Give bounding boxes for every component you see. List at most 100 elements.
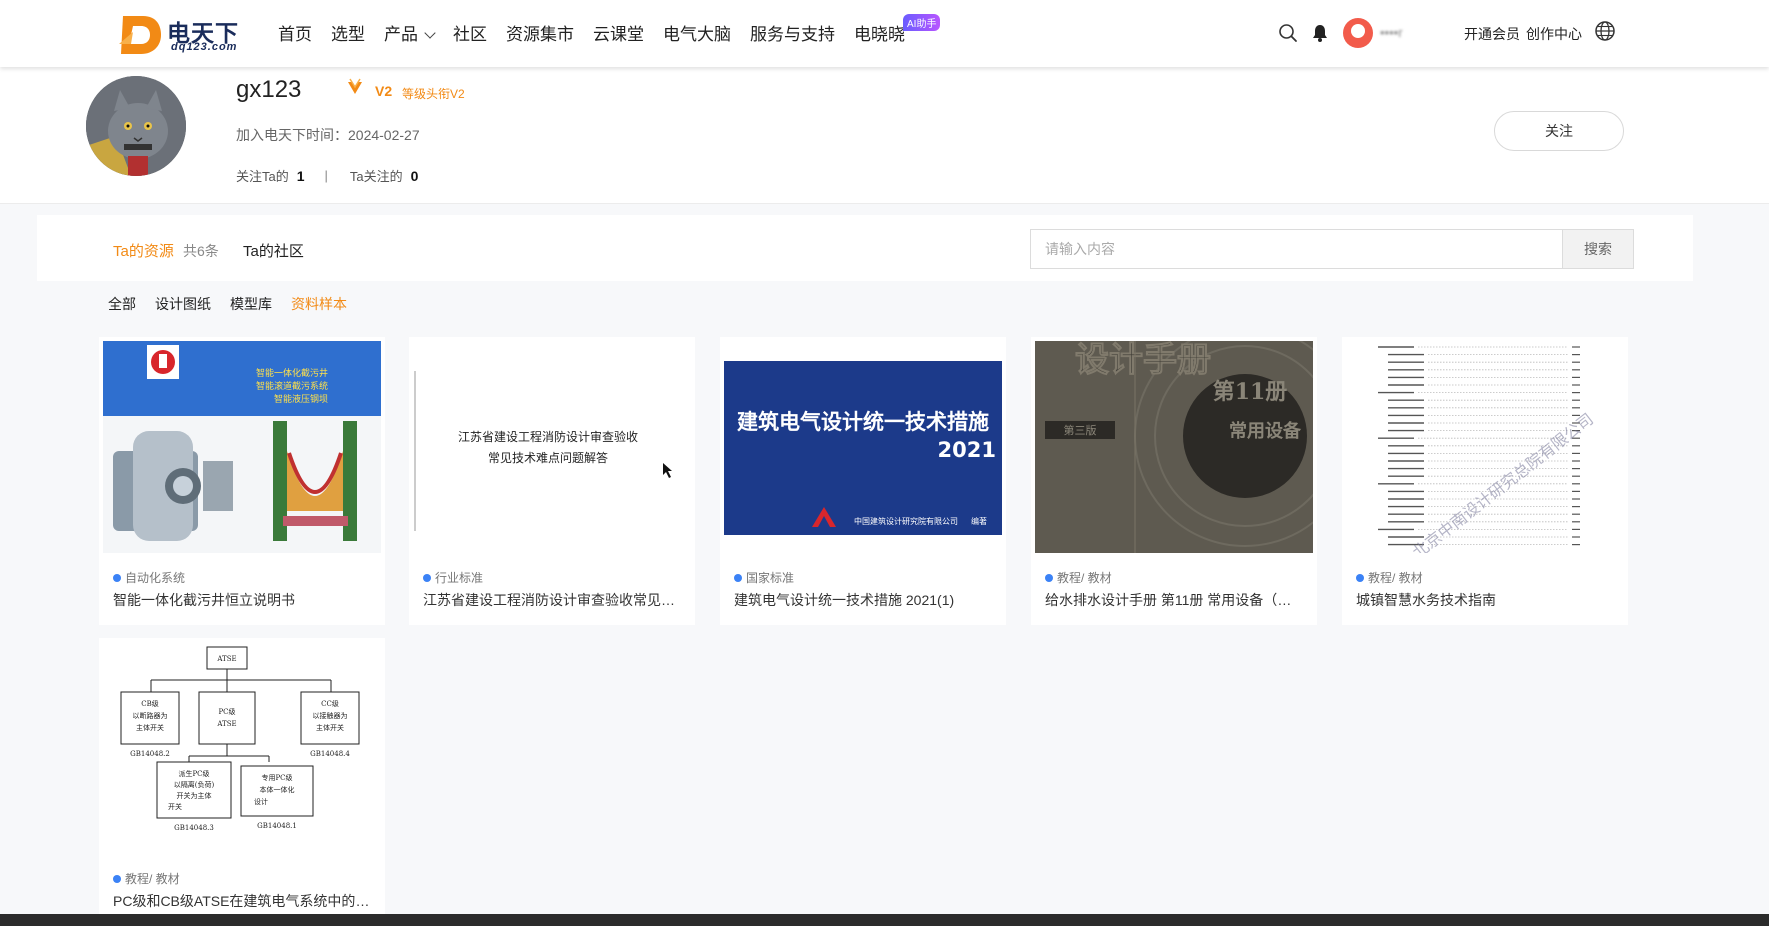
nav-service-support[interactable]: 服务与支持	[750, 20, 835, 45]
table-of-contents-thumbnail: 北京中南设计研究总院有限公司	[1346, 341, 1624, 553]
followers-count[interactable]: 1	[297, 168, 305, 184]
category-dot	[423, 573, 431, 582]
nav-cloud-classroom[interactable]: 云课堂	[593, 20, 644, 45]
followers-label[interactable]: 关注Ta的	[236, 166, 289, 185]
following-count[interactable]: 0	[411, 168, 419, 184]
resource-card[interactable]: 建筑电气设计统一技术措施 2021 中国建筑设计研究院有限公司 编著 国家标准 …	[720, 337, 1006, 625]
thumb4-sub: 常用设备	[1229, 420, 1302, 442]
card-category-label: 行业标准	[435, 571, 484, 585]
thumb4-volume: 第11册	[1213, 379, 1288, 405]
resource-count: 共6条	[183, 243, 219, 259]
card-title[interactable]: 江苏省建设工程消防设计审查验收常见技术难点问题解答	[423, 590, 683, 610]
level-label: V2	[375, 83, 393, 99]
card-title[interactable]: 给水排水设计手册 第11册 常用设备（第三版）	[1045, 590, 1305, 610]
resource-tabbar: Ta的资源 共6条 Ta的社区 搜索	[37, 215, 1693, 281]
thumb3-title: 建筑电气设计统一技术措施	[737, 410, 989, 434]
resource-search-input[interactable]	[1030, 229, 1562, 269]
nav-home[interactable]: 首页	[278, 20, 312, 45]
card-title[interactable]: 城镇智慧水务技术指南	[1356, 590, 1616, 610]
thumb3-publisher: 中国建筑设计研究院有限公司	[854, 516, 958, 526]
tab-community[interactable]: Ta的社区	[243, 240, 304, 261]
thumb4-big: 设计手册	[1075, 341, 1211, 380]
card-category-label: 自动化系统	[125, 571, 186, 585]
creator-center-link[interactable]: 创作中心	[1526, 24, 1582, 44]
filter-material-samples[interactable]: 资料样本	[291, 294, 347, 314]
diagram-pc-1: PC级	[218, 707, 235, 716]
resource-card[interactable]: 设计手册 第三版 第11册 常用设备 教程/ 教材 给水排水设计手册 第11册 …	[1031, 337, 1317, 625]
card-title[interactable]: 建筑电气设计统一技术措施 2021(1)	[734, 590, 994, 610]
bell-icon[interactable]	[1310, 23, 1330, 43]
nav-resource-market[interactable]: 资源集市	[506, 20, 574, 45]
card-title[interactable]: 智能一体化截污井恒立说明书	[113, 590, 373, 610]
profile-header: gx123 V2 等级头衔V2 加入电天下时间：2024-02-27 关注Ta的…	[0, 67, 1769, 204]
category-dot	[113, 874, 121, 883]
resource-card[interactable]: 智能一体化截污井 智能滚道截污系统 智能液压钢坝 自动化系统 智能一体化截污井恒…	[99, 337, 385, 625]
card-category-label: 国家标准	[746, 571, 795, 585]
diagram-pc-2: ATSE	[216, 720, 236, 728]
diagram-derived-4: 开关	[168, 802, 182, 811]
filter-all[interactable]: 全部	[108, 294, 136, 314]
card-thumbnail: 智能一体化截污井 智能滚道截污系统 智能液压钢坝	[103, 341, 381, 553]
diagram-gb3: GB14048.3	[174, 824, 214, 832]
nav-community[interactable]: 社区	[453, 20, 487, 45]
resource-card[interactable]: ATSE CB级 以断路器为 主体开关 PC级 ATSE CC级 以接触器为 主…	[99, 638, 385, 914]
card-thumbnail: 建筑电气设计统一技术措施 2021 中国建筑设计研究院有限公司 编著	[724, 341, 1002, 553]
category-dot	[1356, 573, 1364, 582]
top-nav: 电天下 dq123.com 首页 选型 产品 社区 资源集市 云课堂 电气大脑 …	[0, 0, 1769, 67]
thumb1-line1: 智能一体化截污井	[256, 367, 328, 379]
diagram-cb-3: 主体开关	[136, 723, 164, 732]
thumb1-line2: 智能滚道截污系统	[256, 380, 328, 392]
join-date-value: 2024-02-27	[348, 127, 420, 143]
book-cover-thumbnail: 建筑电气设计统一技术措施 2021 中国建筑设计研究院有限公司 编著	[724, 341, 1002, 553]
search-icon[interactable]	[1278, 23, 1298, 43]
card-category: 教程/ 教材	[113, 870, 180, 887]
card-title[interactable]: PC级和CB级ATSE在建筑电气系统中的应用	[113, 891, 373, 911]
nav-products[interactable]: 产品	[384, 20, 436, 45]
following-label[interactable]: Ta关注的	[350, 166, 403, 185]
card-category: 行业标准	[423, 569, 483, 586]
card-category-label: 教程/ 教材	[125, 872, 180, 886]
search-button[interactable]: 搜索	[1562, 229, 1634, 269]
nav-electric-brain[interactable]: 电气大脑	[663, 20, 731, 45]
nav-dianxiaoxiao-label: 电晓晓	[854, 25, 905, 44]
follow-button[interactable]: 关注	[1494, 111, 1624, 151]
thumb3-year: 2021	[938, 438, 996, 462]
category-filters: 全部 设计图纸 模型库 资料样本	[108, 294, 366, 314]
logo-d-icon	[119, 16, 161, 54]
resource-card[interactable]: 江苏省建设工程消防设计审查验收 常见技术难点问题解答 行业标准 江苏省建设工程消…	[409, 337, 695, 625]
card-thumbnail: 北京中南设计研究总院有限公司	[1346, 341, 1624, 553]
category-dot	[113, 573, 121, 582]
diagram-atse: ATSE	[216, 655, 236, 663]
diagram-gb4: GB14048.4	[310, 750, 350, 758]
username-blurred[interactable]: ••••r	[1380, 25, 1403, 40]
nav-dianxiaoxiao[interactable]: 电晓晓 AI助手	[854, 14, 941, 45]
card-thumbnail: ATSE CB级 以断路器为 主体开关 PC级 ATSE CC级 以接触器为 主…	[103, 642, 381, 854]
logo-en: dq123.com	[171, 41, 238, 53]
filter-model-library[interactable]: 模型库	[230, 294, 272, 314]
chevron-down-icon	[424, 27, 436, 39]
diagram-cc-1: CC级	[321, 699, 339, 708]
category-dot	[734, 573, 742, 582]
nav-selection[interactable]: 选型	[331, 20, 365, 45]
join-date: 加入电天下时间：2024-02-27	[236, 125, 420, 145]
vip-link[interactable]: 开通会员	[1464, 24, 1520, 44]
os-taskbar	[0, 914, 1769, 926]
product-brochure-thumbnail: 智能一体化截污井 智能滚道截污系统 智能液压钢坝	[103, 341, 381, 553]
diagram-cc-3: 主体开关	[316, 723, 344, 732]
diagram-cb-2: 以断路器为	[133, 711, 168, 720]
site-logo[interactable]: 电天下 dq123.com	[119, 12, 249, 56]
filter-design-drawings[interactable]: 设计图纸	[155, 294, 211, 314]
stats-separator: |	[324, 168, 328, 183]
tab-resources[interactable]: Ta的资源	[113, 240, 174, 261]
nav-products-label: 产品	[384, 25, 418, 44]
diagram-cc-2: 以接触器为	[313, 711, 348, 720]
level-badge-icon	[348, 78, 362, 94]
user-avatar[interactable]	[1343, 18, 1373, 48]
resource-card[interactable]: 北京中南设计研究总院有限公司 教程/ 教材 城镇智慧水务技术指南	[1342, 337, 1628, 625]
globe-icon[interactable]	[1594, 20, 1616, 42]
profile-avatar	[86, 76, 186, 176]
card-category: 教程/ 教材	[1045, 569, 1112, 586]
atse-diagram-thumbnail: ATSE CB级 以断路器为 主体开关 PC级 ATSE CC级 以接触器为 主…	[103, 642, 381, 854]
thumb1-line3: 智能液压钢坝	[274, 393, 328, 405]
card-category-label: 教程/ 教材	[1057, 571, 1112, 585]
